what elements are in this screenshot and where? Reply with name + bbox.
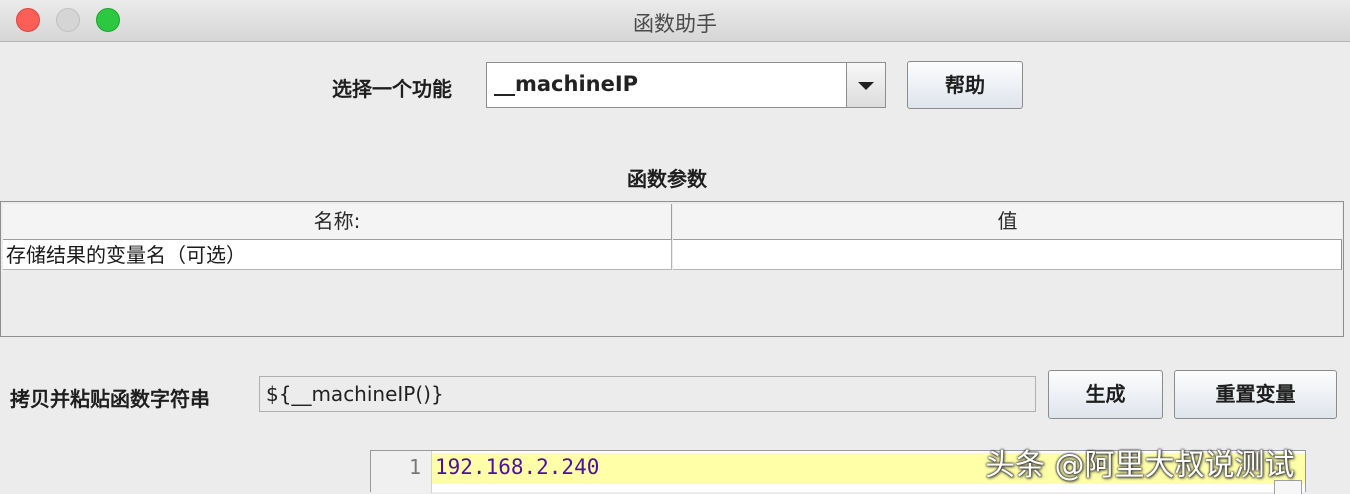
- title-bar: 函数助手: [0, 0, 1350, 42]
- help-button[interactable]: 帮助: [907, 61, 1023, 109]
- param-name-cell[interactable]: 存储结果的变量名（可选）: [3, 240, 672, 270]
- column-header-name[interactable]: 名称:: [3, 204, 672, 240]
- params-table: 名称: 值 存储结果的变量名（可选）: [0, 201, 1344, 337]
- function-string-field[interactable]: ${__machineIP()}: [259, 376, 1036, 412]
- window-title: 函数助手: [633, 12, 717, 36]
- column-header-value[interactable]: 值: [673, 204, 1342, 240]
- param-value-cell[interactable]: [673, 240, 1342, 270]
- line-number-gutter: 1: [371, 451, 432, 493]
- chevron-down-icon[interactable]: [846, 63, 885, 107]
- generate-button[interactable]: 生成: [1048, 370, 1163, 419]
- function-select-label: 选择一个功能: [332, 77, 452, 101]
- reset-variables-button[interactable]: 重置变量: [1174, 370, 1337, 419]
- function-string-label: 拷贝并粘贴函数字符串: [10, 387, 210, 411]
- result-text: 192.168.2.240: [435, 455, 600, 479]
- function-select-dropdown[interactable]: __machineIP: [486, 62, 886, 108]
- params-section-title: 函数参数: [627, 167, 707, 191]
- watermark: 头条 @阿里大叔说测试: [985, 448, 1295, 483]
- line-number: 1: [408, 455, 421, 479]
- function-select-value: __machineIP: [494, 72, 639, 96]
